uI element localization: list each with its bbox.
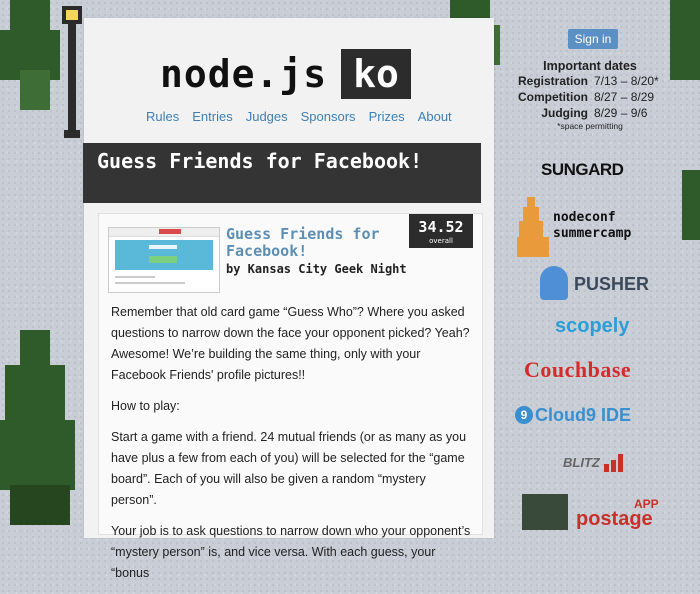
thumbnail-button	[149, 256, 177, 263]
date-row: Judging 8/29 – 9/6	[510, 105, 670, 121]
sponsor-scopely[interactable]: scopely	[555, 315, 629, 338]
description-paragraph: How to play:	[111, 399, 180, 413]
thumbnail-title	[149, 245, 177, 249]
nodeconf-line1: nodeconf	[553, 210, 616, 225]
entry-title[interactable]: Guess Friends for Facebook!	[226, 226, 406, 260]
thumbnail-red-tab	[159, 229, 181, 234]
pixel-tree-left-top	[0, 0, 70, 110]
dates-note: *space permitting	[557, 121, 623, 131]
description-paragraph: Remember that old card game “Guess Who”?…	[111, 305, 470, 382]
date-label: Registration	[517, 74, 588, 88]
nodeconf-logo-icon	[517, 197, 551, 257]
description-paragraph: Your job is to ask questions to narrow d…	[111, 524, 471, 580]
score-value: 34.52	[418, 218, 464, 236]
important-dates: Important dates Registration 7/13 – 8/20…	[510, 59, 670, 131]
entry-thumbnail[interactable]	[108, 227, 220, 293]
sponsor-sungard[interactable]: SUNGARD	[541, 160, 624, 180]
nav-entries[interactable]: Entries	[192, 109, 232, 124]
blitz-bars-icon	[604, 454, 624, 472]
description-paragraph: Start a game with a friend. 24 mutual fr…	[111, 430, 467, 507]
date-label: Competition	[518, 90, 588, 104]
date-value: 7/13 – 8/20*	[594, 74, 659, 88]
thumbnail-line	[115, 276, 155, 278]
logo-badge: ko	[341, 49, 411, 99]
dates-title: Important dates	[543, 59, 637, 73]
lamp-base	[64, 130, 80, 138]
date-value: 8/29 – 9/6	[594, 106, 648, 120]
pixel-tree-left-bottom	[0, 330, 80, 525]
sponsor-nodeconf[interactable]: nodeconf summercamp	[553, 210, 631, 242]
sponsor-pusher[interactable]: PUSHER	[574, 274, 649, 295]
sponsor-cloud9[interactable]: Cloud9 IDE	[535, 405, 631, 426]
score-label: overall	[429, 237, 453, 245]
entry-description: Remember that old card game “Guess Who”?…	[111, 302, 473, 594]
logo-text: node.js	[160, 52, 328, 96]
nav-sponsors[interactable]: Sponsors	[301, 109, 356, 124]
pixel-tree-right-mid	[682, 170, 700, 240]
date-label: Judging	[541, 106, 588, 120]
sponsor-blitz[interactable]: BLITZ	[563, 455, 600, 470]
lamp-post	[68, 20, 76, 138]
nav-prizes[interactable]: Prizes	[369, 109, 405, 124]
date-value: 8/27 – 8/29	[594, 90, 655, 104]
date-row: Registration 7/13 – 8/20*	[510, 73, 670, 89]
site-logo[interactable]: node.js ko	[160, 48, 411, 100]
page-title: Guess Friends for Facebook!	[83, 143, 481, 203]
nodeconf-line2: summercamp	[553, 226, 632, 241]
thumbnail-line	[115, 282, 185, 284]
main-nav: Rules Entries Judges Sponsors Prizes Abo…	[146, 109, 452, 124]
lamp-light	[66, 10, 78, 20]
date-row: Competition 8/27 – 8/29	[510, 89, 670, 105]
sponsor-couchbase[interactable]: Couchbase	[524, 357, 631, 383]
entry-author: by Kansas City Geek Night	[226, 262, 407, 276]
pusher-logo-icon	[540, 266, 568, 300]
score-badge: 34.52 overall	[409, 214, 473, 248]
nav-about[interactable]: About	[418, 109, 452, 124]
sponsor-postage[interactable]: postage	[576, 508, 653, 531]
nav-rules[interactable]: Rules	[146, 109, 179, 124]
cloud9-logo-icon: 9	[515, 406, 533, 424]
nav-judges[interactable]: Judges	[246, 109, 288, 124]
signin-button[interactable]: Sign in	[568, 29, 618, 49]
